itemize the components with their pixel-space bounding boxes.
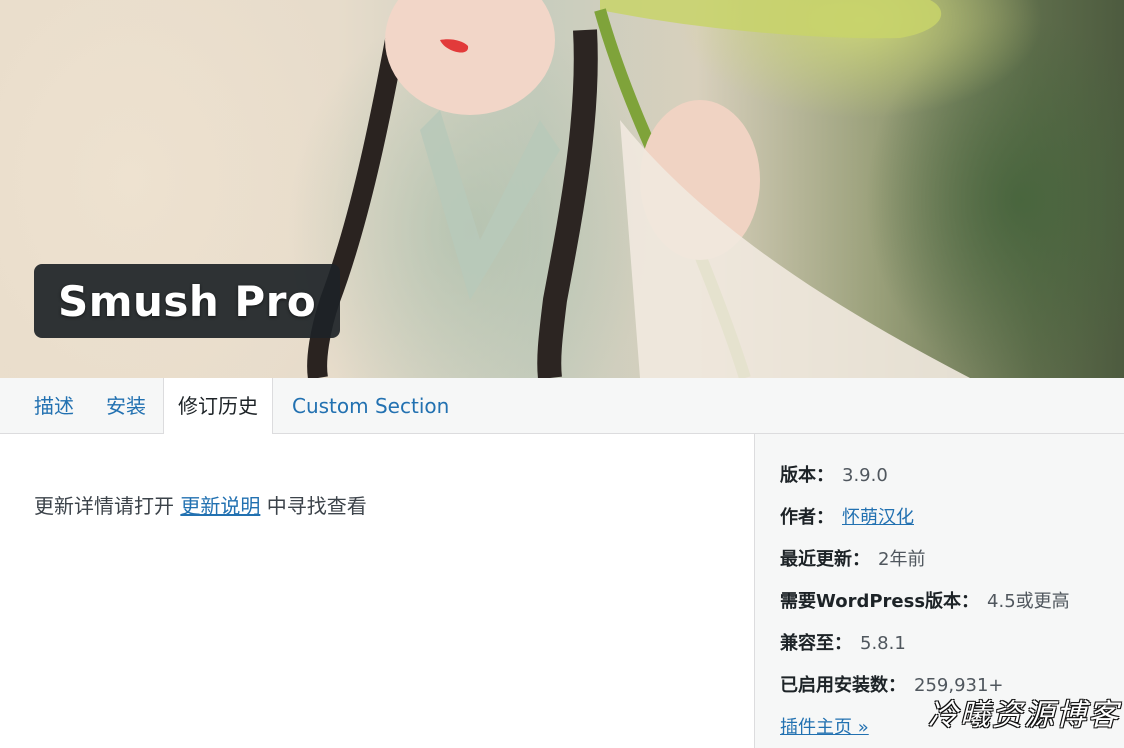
meta-author: 作者： 怀萌汉化 xyxy=(780,507,914,528)
tab-custom-section[interactable]: Custom Section xyxy=(278,378,463,433)
meta-last-updated: 最近更新： 2年前 xyxy=(780,549,926,570)
watermark: 冷曦资源博客 xyxy=(928,698,1120,733)
plugin-homepage-link[interactable]: 插件主页 » xyxy=(780,717,869,738)
tab-changelog[interactable]: 修订历史 xyxy=(163,378,273,434)
main-content: 更新详情请打开 更新说明 中寻找查看 xyxy=(0,434,754,748)
meta-requires: 需要WordPress版本： 4.5或更高 xyxy=(780,591,1070,612)
changelog-text: 更新详情请打开 更新说明 中寻找查看 xyxy=(34,494,367,518)
meta-homepage: 插件主页 » xyxy=(780,713,869,739)
meta-tested-up-to: 兼容至： 5.8.1 xyxy=(780,633,906,654)
plugin-title: Smush Pro xyxy=(58,276,317,326)
tab-installation[interactable]: 安装 xyxy=(92,378,160,433)
author-link[interactable]: 怀萌汉化 xyxy=(842,507,914,528)
tab-description[interactable]: 描述 xyxy=(20,378,88,433)
plugin-tabs: 描述 安装 修订历史 Custom Section xyxy=(0,378,1124,434)
changelog-link[interactable]: 更新说明 xyxy=(180,494,260,518)
plugin-title-box: Smush Pro xyxy=(34,264,341,338)
meta-version: 版本： 3.9.0 xyxy=(780,465,888,486)
plugin-banner: Smush Pro xyxy=(0,0,1124,378)
